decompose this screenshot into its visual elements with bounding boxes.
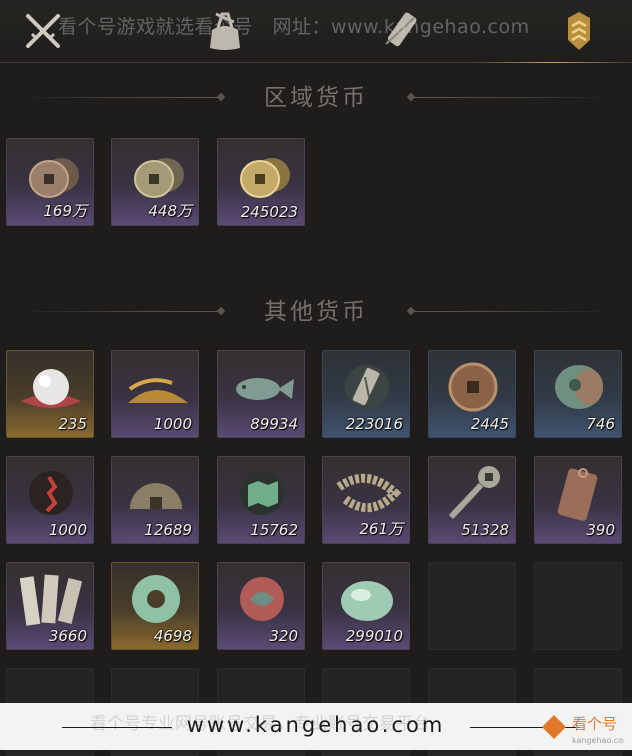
watermark-text: 看个号游戏就选看个号 网址：www.kangehao.com (58, 16, 530, 38)
jade-stone-icon (543, 357, 615, 417)
green-map-icon (226, 463, 298, 523)
brand-domain: kangehao.com (572, 736, 624, 745)
section-header-other: 其他货币 (0, 294, 632, 330)
currency-tile[interactable]: 223016 (322, 350, 410, 438)
currency-tile[interactable]: 2445 (428, 350, 516, 438)
item-quantity: 12689 (144, 521, 192, 539)
brand-logo: 看个号 kangehao.com (538, 707, 631, 747)
section-title: 区域货币 (264, 85, 368, 111)
currency-tile[interactable]: 299010 (322, 562, 410, 650)
item-quantity: 235 (58, 415, 87, 433)
currency-tile[interactable]: 448万 (111, 138, 199, 226)
currency-tile[interactable]: 746 (534, 350, 622, 438)
empty-slot (428, 562, 516, 650)
jade-disc-icon (120, 569, 192, 629)
jade-fish-icon (226, 357, 298, 417)
gold-coins-icon (226, 145, 298, 205)
item-quantity: 223016 (345, 415, 403, 433)
item-quantity: 448万 (148, 202, 192, 220)
bamboo-slips-icon (15, 569, 87, 629)
bronze-coins-icon (120, 145, 192, 205)
item-quantity: 15762 (250, 521, 298, 539)
item-quantity: 1000 (153, 415, 192, 433)
currency-tile[interactable]: 320 (217, 562, 305, 650)
item-quantity: 299010 (345, 627, 403, 645)
empty-slot (534, 562, 622, 650)
section-title: 其他货币 (264, 299, 368, 325)
currency-tile[interactable]: 1000 (6, 456, 94, 544)
jade-pebble-icon (331, 569, 403, 629)
item-quantity: 4698 (153, 627, 192, 645)
item-quantity: 1000 (48, 521, 87, 539)
currency-tile[interactable]: 51328 (428, 456, 516, 544)
currency-tile[interactable]: 4698 (111, 562, 199, 650)
brand-name: 看个号 (572, 715, 617, 733)
currency-tile[interactable]: 261万 (322, 456, 410, 544)
item-quantity: 3660 (48, 627, 87, 645)
grain-pile-icon (120, 357, 192, 417)
item-quantity: 2445 (470, 415, 509, 433)
currency-tile[interactable]: 15762 (217, 456, 305, 544)
currency-tile[interactable]: 3660 (6, 562, 94, 650)
bronze-plaque-icon (543, 463, 615, 523)
active-tab-underline (470, 62, 632, 63)
item-quantity: 320 (269, 627, 298, 645)
token-tablet-icon (331, 357, 403, 417)
currency-tile[interactable]: 235 (6, 350, 94, 438)
ancient-coin-icon (437, 357, 509, 417)
half-coin-icon (120, 463, 192, 523)
key-coin-icon (437, 463, 509, 523)
currency-tile[interactable]: 169万 (6, 138, 94, 226)
item-quantity: 169万 (43, 202, 87, 220)
currency-tile[interactable]: 245023 (217, 138, 305, 226)
currency-tile[interactable]: 390 (534, 456, 622, 544)
currency-tile[interactable]: 12689 (111, 456, 199, 544)
section-header-regional: 区域货币 (0, 80, 632, 116)
currency-tile[interactable]: 89934 (217, 350, 305, 438)
rank-badge-icon[interactable] (556, 8, 602, 54)
top-tab-bar: 看个号游戏就选看个号 网址：www.kangehao.com (0, 0, 632, 63)
pearl-icon (15, 357, 87, 417)
red-jade-icon (226, 569, 298, 629)
currency-tile[interactable]: 1000 (111, 350, 199, 438)
item-quantity: 261万 (359, 520, 403, 538)
copper-coins-icon (15, 145, 87, 205)
item-quantity: 390 (586, 521, 615, 539)
watermark-band: 看个号专业网号账号交易，专业账号交易平台 www.kangehao.com 看个… (0, 703, 632, 750)
coin-string-icon (331, 463, 403, 523)
item-quantity: 746 (586, 415, 615, 433)
item-quantity: 89934 (250, 415, 298, 433)
item-quantity: 51328 (461, 521, 509, 539)
item-quantity: 245023 (240, 203, 298, 221)
red-sigil-icon (15, 463, 87, 523)
